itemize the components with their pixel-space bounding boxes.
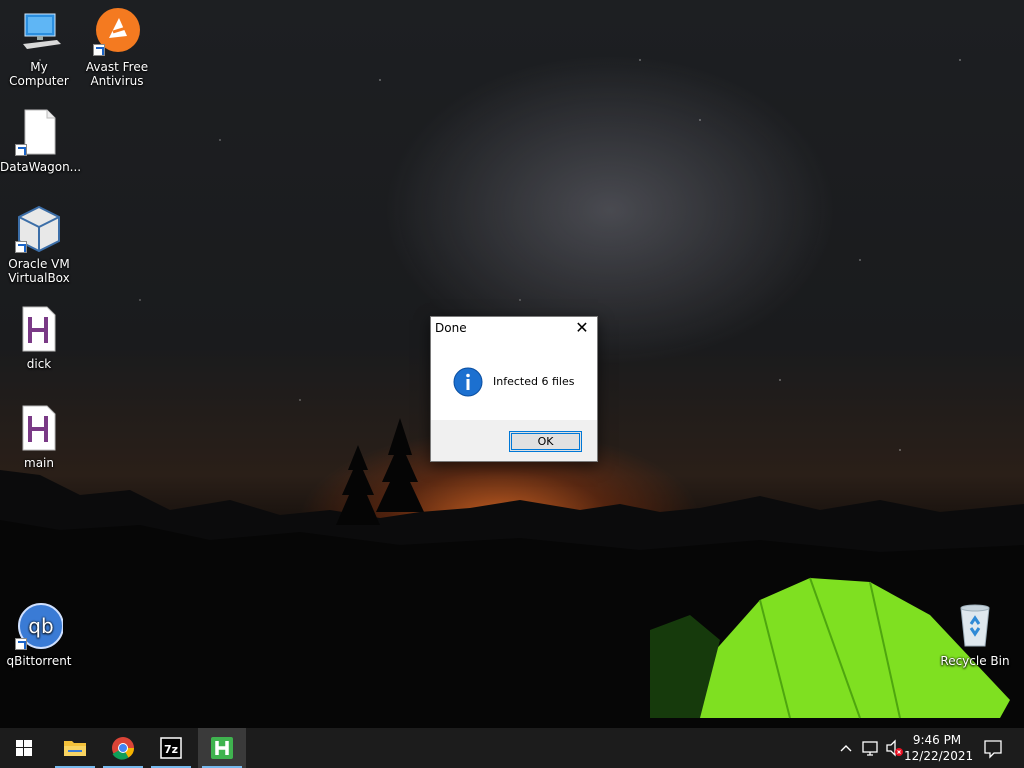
clock-date: 12/22/2021 — [904, 749, 974, 763]
volume-muted-icon — [886, 739, 903, 757]
desktop-icon-virtualbox[interactable]: Oracle VM VirtualBox — [0, 205, 78, 285]
recycle-bin-icon — [951, 602, 999, 650]
desktop-icon-label: My Computer — [9, 60, 69, 88]
desktop-icon-avast[interactable]: Avast Free Antivirus — [78, 8, 156, 88]
desktop-icon-label: dick — [26, 357, 52, 371]
desktop-icon-label: Avast Free Antivirus — [85, 60, 149, 88]
virtualbox-icon — [15, 205, 63, 253]
h-app-icon — [211, 737, 233, 759]
taskbar-app-h[interactable] — [198, 728, 246, 768]
shortcut-arrow-icon — [15, 144, 27, 156]
qbittorrent-icon: qb — [15, 602, 64, 650]
chrome-icon — [112, 737, 134, 760]
desktop-icon-datawagon[interactable]: DataWagon... — [0, 108, 82, 174]
desktop-icon-my-computer[interactable]: My Computer — [0, 8, 78, 88]
taskbar-app-7zip[interactable]: 7z — [147, 728, 195, 768]
shortcut-arrow-icon — [15, 638, 27, 650]
7zip-icon: 7z — [160, 737, 182, 759]
taskbar: 7z 9:46 PM 12/22/2021 — [0, 728, 1024, 768]
chevron-up-icon — [840, 745, 852, 752]
desktop-icon-qbittorrent[interactable]: qb qBittorrent — [0, 602, 78, 668]
notification-icon — [984, 740, 1002, 759]
desktop-icon-label: DataWagon... — [0, 160, 82, 174]
action-center-button[interactable] — [976, 728, 1010, 768]
show-hidden-icons-button[interactable] — [838, 728, 854, 768]
taskbar-app-file-explorer[interactable] — [51, 728, 99, 768]
h-file-icon — [15, 404, 63, 452]
info-icon — [453, 367, 483, 397]
volume-button[interactable] — [884, 728, 906, 768]
desktop-icon-recycle-bin[interactable]: Recycle Bin — [936, 602, 1014, 668]
desktop[interactable]: My Computer Avast Free Antivirus DataWag… — [0, 0, 1024, 728]
desktop-icon-label: main — [24, 456, 54, 470]
dialog-message: Infected 6 files — [493, 375, 575, 388]
file-icon — [15, 108, 63, 156]
network-button[interactable] — [860, 728, 882, 768]
desktop-icon-label: Oracle VM VirtualBox — [8, 257, 70, 285]
desktop-icon-main[interactable]: main — [0, 404, 78, 470]
dialog-footer: OK — [431, 420, 597, 461]
svg-text:7z: 7z — [164, 743, 178, 756]
clock[interactable]: 9:46 PM 12/22/2021 — [904, 732, 974, 764]
dialog-titlebar[interactable]: Done ✕ — [431, 317, 597, 339]
shortcut-arrow-icon — [15, 241, 27, 253]
avast-icon — [93, 8, 141, 56]
windows-logo-icon — [16, 740, 32, 756]
taskbar-app-chrome[interactable] — [99, 728, 147, 768]
svg-text:qb: qb — [28, 614, 53, 638]
start-button[interactable] — [0, 728, 48, 768]
file-explorer-icon — [64, 741, 86, 756]
monitor-icon — [15, 8, 63, 56]
dialog-title: Done — [435, 321, 467, 335]
desktop-icon-label: qBittorrent — [6, 654, 72, 668]
close-button[interactable]: ✕ — [567, 317, 597, 339]
network-icon — [862, 741, 878, 756]
ok-button[interactable]: OK — [509, 431, 582, 452]
h-file-icon — [15, 305, 63, 353]
message-dialog: Done ✕ Infected 6 files OK — [430, 316, 598, 462]
clock-time: 9:46 PM — [912, 733, 962, 747]
shortcut-arrow-icon — [93, 44, 105, 56]
dialog-body: Infected 6 files — [431, 339, 597, 421]
desktop-icon-label: Recycle Bin — [940, 654, 1010, 668]
desktop-icon-dick[interactable]: dick — [0, 305, 78, 371]
